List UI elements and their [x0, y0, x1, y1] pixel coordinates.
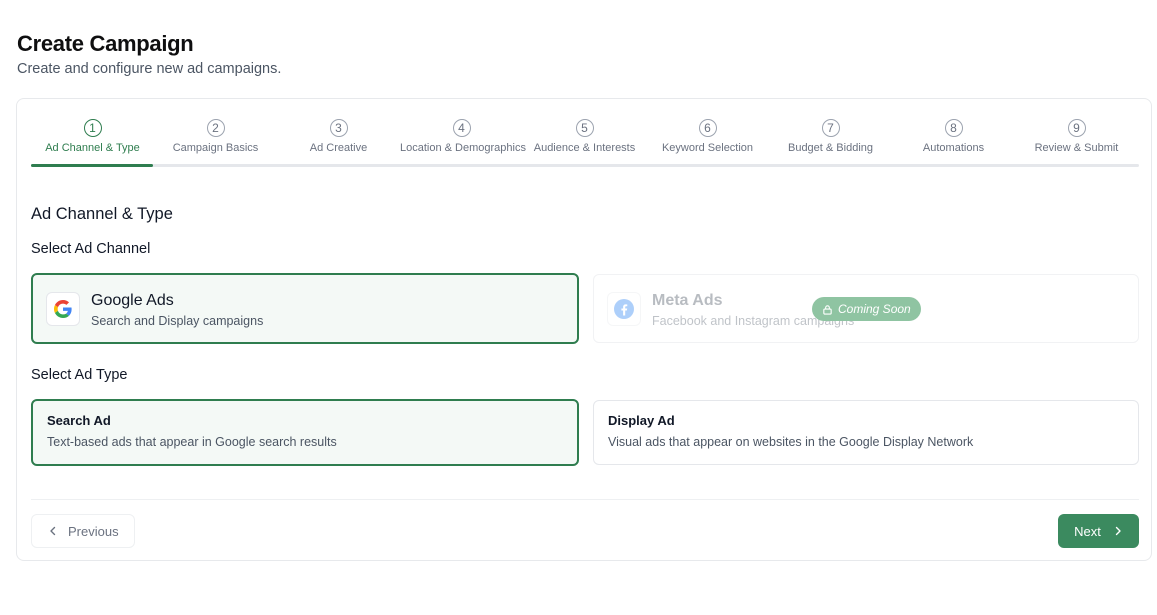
step-label: Keyword Selection [661, 142, 754, 154]
step-label: Location & Demographics [400, 142, 526, 154]
select-ad-channel-heading: Select Ad Channel [31, 241, 151, 257]
channel-name: Meta Ads [652, 292, 723, 309]
stepper: 1 Ad Channel & Type 2 Campaign Basics 3 … [31, 119, 1139, 169]
step-ad-channel-type[interactable]: 1 Ad Channel & Type [31, 119, 154, 154]
step-audience-interests[interactable]: 5 Audience & Interests [523, 119, 646, 154]
next-button[interactable]: Next [1058, 514, 1139, 548]
progress-fill [31, 164, 153, 167]
page-subtitle: Create and configure new ad campaigns. [17, 61, 282, 77]
step-number: 7 [821, 119, 840, 137]
step-label: Audience & Interests [533, 142, 636, 154]
previous-label: Previous [68, 523, 119, 539]
step-label: Automations [922, 142, 985, 154]
step-label: Campaign Basics [172, 142, 259, 154]
channel-option-meta-ads: Meta Ads Facebook and Instagram campaign… [593, 274, 1139, 343]
step-number: 5 [575, 119, 594, 137]
channel-description: Search and Display campaigns [91, 314, 264, 328]
coming-soon-badge: Coming Soon [812, 297, 921, 321]
step-number: 6 [698, 119, 717, 137]
chevron-right-icon [1115, 526, 1121, 536]
page-header: Create Campaign Create and configure new… [17, 31, 281, 79]
previous-button[interactable]: Previous [31, 514, 135, 548]
step-campaign-basics[interactable]: 2 Campaign Basics [154, 119, 277, 154]
chevron-left-icon [50, 526, 56, 536]
step-number: 8 [944, 119, 963, 137]
step-ad-creative[interactable]: 3 Ad Creative [277, 119, 400, 154]
step-number: 9 [1067, 119, 1086, 137]
channel-name: Google Ads [91, 292, 174, 309]
step-label: Ad Channel & Type [45, 142, 140, 154]
ad-type-name: Search Ad [47, 413, 111, 428]
footer-divider [31, 499, 1139, 500]
facebook-icon [607, 292, 641, 326]
badge-label: Coming Soon [838, 302, 911, 316]
step-location-demographics[interactable]: 4 Location & Demographics [400, 119, 526, 154]
next-label: Next [1074, 523, 1101, 539]
step-label: Budget & Bidding [787, 142, 873, 154]
google-icon [46, 292, 80, 326]
step-number: 2 [206, 119, 225, 137]
ad-type-description: Text-based ads that appear in Google sea… [47, 435, 337, 449]
campaign-wizard-card: 1 Ad Channel & Type 2 Campaign Basics 3 … [16, 98, 1152, 561]
ad-type-description: Visual ads that appear on websites in th… [608, 435, 974, 449]
step-budget-bidding[interactable]: 7 Budget & Bidding [769, 119, 892, 154]
lock-icon [823, 304, 832, 315]
ad-type-option-display[interactable]: Display Ad Visual ads that appear on web… [593, 400, 1139, 465]
step-number: 1 [83, 119, 102, 137]
page-title: Create Campaign [17, 31, 194, 56]
step-review-submit[interactable]: 9 Review & Submit [1015, 119, 1138, 154]
channel-option-google-ads[interactable]: Google Ads Search and Display campaigns [31, 273, 579, 344]
select-ad-type-heading: Select Ad Type [31, 367, 128, 383]
ad-type-option-search[interactable]: Search Ad Text-based ads that appear in … [31, 399, 579, 466]
step-label: Ad Creative [309, 142, 368, 154]
step-keyword-selection[interactable]: 6 Keyword Selection [646, 119, 769, 154]
ad-type-name: Display Ad [608, 413, 675, 428]
step-number: 3 [329, 119, 348, 137]
step-number: 4 [452, 119, 471, 137]
progress-track [31, 164, 1139, 167]
step-label: Review & Submit [1034, 142, 1119, 154]
step-automations[interactable]: 8 Automations [892, 119, 1015, 154]
section-title: Ad Channel & Type [31, 205, 173, 223]
